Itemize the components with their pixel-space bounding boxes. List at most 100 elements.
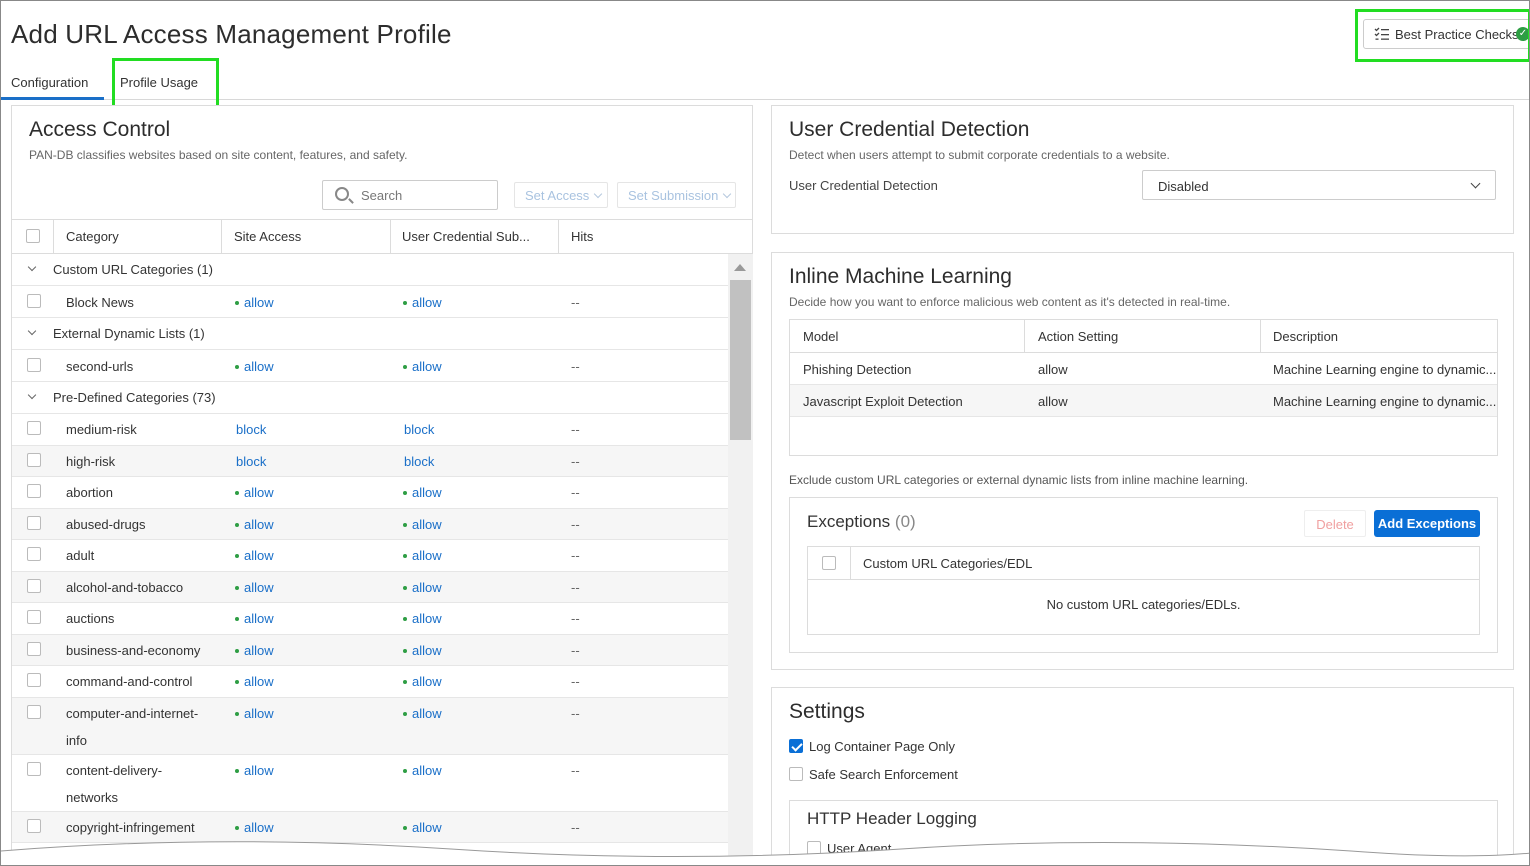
tab-configuration[interactable]: Configuration	[1, 67, 104, 100]
select-all-checkbox[interactable]	[26, 229, 40, 243]
credential-cell[interactable]: allow	[403, 295, 442, 310]
hits-cell: --	[571, 422, 580, 437]
table-row[interactable]: Phishing Detection allow Machine Learnin…	[790, 353, 1497, 385]
site-access-cell[interactable]: block	[236, 454, 266, 469]
column-header-model[interactable]: Model	[803, 329, 838, 344]
site-access-cell[interactable]: allow	[235, 580, 274, 595]
set-access-label: Set Access	[525, 188, 590, 203]
action-cell[interactable]: allow	[1038, 394, 1068, 409]
ucd-field-label: User Credential Detection	[789, 178, 938, 193]
delete-button[interactable]: Delete	[1304, 510, 1366, 537]
status-dot-icon	[235, 712, 239, 716]
site-access-cell[interactable]: allow	[235, 485, 274, 500]
site-access-cell[interactable]: allow	[235, 763, 274, 778]
safe-search-option[interactable]: Safe Search Enforcement	[789, 767, 958, 782]
site-access-cell[interactable]: allow	[235, 517, 274, 532]
vertical-scrollbar[interactable]	[728, 254, 753, 865]
status-dot-icon	[235, 769, 239, 773]
row-checkbox[interactable]	[27, 294, 41, 308]
scroll-thumb[interactable]	[730, 280, 751, 440]
column-header-user-credential[interactable]: User Credential Sub...	[402, 220, 530, 254]
table-row[interactable]: medium-risk block block --	[12, 414, 728, 446]
site-access-cell[interactable]: allow	[235, 359, 274, 374]
row-checkbox[interactable]	[27, 358, 41, 372]
ucd-select-value: Disabled	[1158, 179, 1209, 194]
site-access-cell[interactable]: allow	[235, 548, 274, 563]
site-access-cell[interactable]: allow	[235, 611, 274, 626]
credential-cell[interactable]: block	[404, 422, 434, 437]
credential-cell[interactable]: block	[404, 454, 434, 469]
site-access-value: allow	[244, 706, 274, 721]
group-row-edl[interactable]: External Dynamic Lists (1)	[12, 318, 728, 350]
row-checkbox[interactable]	[27, 579, 41, 593]
credential-cell[interactable]: allow	[403, 485, 442, 500]
row-checkbox[interactable]	[27, 819, 41, 833]
site-access-cell[interactable]: allow	[235, 820, 274, 835]
table-row[interactable]: adult allow allow --	[12, 540, 728, 572]
credential-cell[interactable]: allow	[403, 674, 442, 689]
row-checkbox[interactable]	[27, 642, 41, 656]
action-cell[interactable]: allow	[1038, 362, 1068, 377]
column-header-custom-url[interactable]: Custom URL Categories/EDL	[863, 556, 1032, 571]
search-input[interactable]: Search	[322, 180, 498, 210]
table-row[interactable]: second-urls allow allow --	[12, 350, 728, 382]
ucd-select[interactable]: Disabled	[1142, 170, 1496, 200]
site-access-cell[interactable]: block	[236, 422, 266, 437]
site-access-cell[interactable]: allow	[235, 674, 274, 689]
credential-cell[interactable]: allow	[403, 580, 442, 595]
credential-cell[interactable]: allow	[403, 517, 442, 532]
table-row[interactable]: abused-drugs allow allow --	[12, 509, 728, 540]
row-checkbox[interactable]	[27, 421, 41, 435]
safe-search-checkbox[interactable]	[789, 767, 803, 781]
table-row[interactable]: high-risk block block --	[12, 446, 728, 477]
site-access-cell[interactable]: allow	[235, 643, 274, 658]
set-submission-button[interactable]: Set Submission	[617, 182, 736, 208]
group-row-predefined[interactable]: Pre-Defined Categories (73)	[12, 382, 728, 414]
credential-cell[interactable]: allow	[403, 611, 442, 626]
credential-value: allow	[412, 485, 442, 500]
credential-value: allow	[412, 548, 442, 563]
log-container-checkbox[interactable]	[789, 739, 803, 753]
set-access-button[interactable]: Set Access	[514, 182, 608, 208]
row-checkbox[interactable]	[27, 547, 41, 561]
site-access-cell[interactable]: allow	[235, 295, 274, 310]
table-row[interactable]: business-and-economy allow allow --	[12, 635, 728, 666]
category-cell: copyright-infringement	[66, 820, 195, 835]
log-container-option[interactable]: Log Container Page Only	[789, 739, 955, 754]
credential-cell[interactable]: allow	[403, 820, 442, 835]
row-checkbox[interactable]	[27, 484, 41, 498]
credential-cell[interactable]: allow	[403, 763, 442, 778]
column-header-description[interactable]: Description	[1273, 329, 1338, 344]
select-all-checkbox[interactable]	[822, 556, 836, 570]
table-row[interactable]: abortion allow allow --	[12, 477, 728, 509]
column-header-hits[interactable]: Hits	[571, 220, 593, 254]
table-row[interactable]: alcohol-and-tobacco allow allow --	[12, 572, 728, 603]
table-row[interactable]: Javascript Exploit Detection allow Machi…	[790, 385, 1497, 417]
row-checkbox[interactable]	[27, 453, 41, 467]
table-row[interactable]: computer-and-internet- info allow allow …	[12, 698, 728, 755]
credential-cell[interactable]: allow	[403, 643, 442, 658]
credential-value: allow	[412, 295, 442, 310]
scroll-up-arrow-icon[interactable]	[734, 264, 746, 271]
credential-cell[interactable]: allow	[403, 706, 442, 721]
group-row-custom-url[interactable]: Custom URL Categories (1)	[12, 254, 728, 286]
table-row[interactable]: command-and-control allow allow --	[12, 666, 728, 698]
column-header-action[interactable]: Action Setting	[1038, 329, 1118, 344]
row-checkbox[interactable]	[27, 610, 41, 624]
table-row[interactable]: auctions allow allow --	[12, 603, 728, 635]
credential-cell[interactable]: allow	[403, 359, 442, 374]
row-checkbox[interactable]	[27, 705, 41, 719]
table-row[interactable]: Block News allow allow --	[12, 286, 728, 318]
column-header-category[interactable]: Category	[66, 220, 119, 254]
row-checkbox[interactable]	[27, 673, 41, 687]
column-header-site-access[interactable]: Site Access	[234, 220, 301, 254]
credential-cell[interactable]: allow	[403, 548, 442, 563]
row-checkbox[interactable]	[27, 762, 41, 776]
row-checkbox[interactable]	[27, 516, 41, 530]
credential-value: allow	[412, 674, 442, 689]
add-exceptions-button[interactable]: Add Exceptions	[1374, 510, 1480, 537]
site-access-cell[interactable]: allow	[235, 706, 274, 721]
category-cell: adult	[66, 548, 95, 563]
table-row[interactable]: content-delivery- networks allow allow -…	[12, 755, 728, 812]
site-access-value: allow	[244, 643, 274, 658]
